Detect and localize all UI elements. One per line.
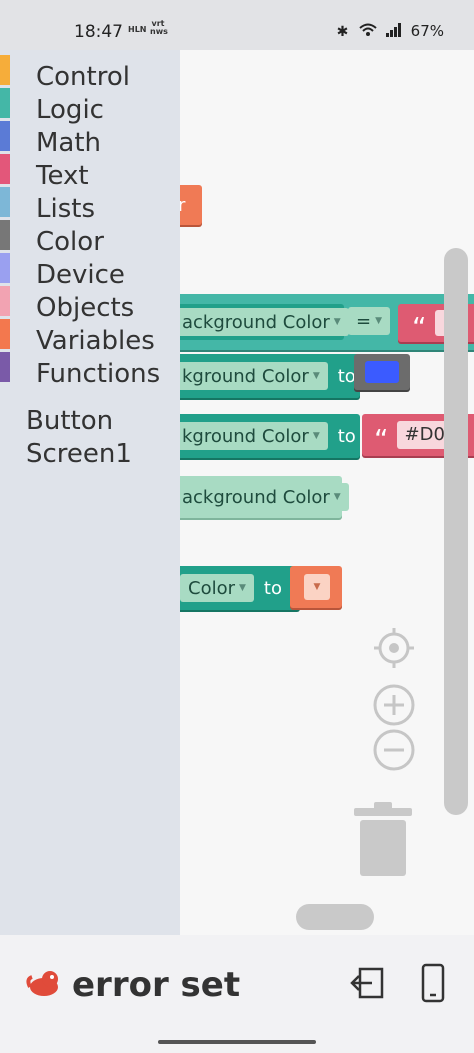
battery-level: 67%	[410, 22, 444, 40]
color-block[interactable]	[354, 354, 410, 390]
quote-mark: “	[374, 422, 389, 456]
category-color[interactable]: Color	[36, 227, 104, 257]
compare-block[interactable]: ackground Color ▼ = ▼ “	[170, 294, 474, 350]
property-dropdown[interactable]: ackground Color ▼	[174, 483, 349, 511]
hln-notification-icon: HLN	[128, 25, 147, 34]
category-logic[interactable]: Logic	[36, 95, 104, 125]
zoom-in-icon[interactable]	[372, 683, 416, 727]
zoom-out-icon[interactable]	[372, 728, 416, 772]
category-color-text	[0, 154, 10, 184]
phone-preview-icon[interactable]	[418, 963, 448, 1003]
dropdown-value: ackground Color	[182, 311, 330, 333]
chevron-down-icon: ▼	[333, 492, 341, 502]
dropdown-value: ackground Color	[182, 486, 330, 508]
exit-icon[interactable]	[350, 965, 386, 1001]
home-gesture-bar[interactable]	[158, 1040, 316, 1044]
category-color-logic	[0, 88, 10, 118]
property-dropdown[interactable]: kground Color ▼	[174, 362, 328, 390]
color-swatch[interactable]	[365, 361, 399, 383]
variable-block[interactable]: ▼	[290, 566, 342, 608]
category-color-variables	[0, 319, 10, 349]
chevron-down-icon: ▼	[333, 317, 341, 327]
blocks-toolbox: Control Logic Math Text Lists Color Devi…	[0, 50, 180, 935]
chevron-down-icon: ▼	[239, 583, 246, 593]
category-functions[interactable]: Functions	[36, 359, 160, 389]
category-color-control	[0, 55, 10, 85]
getter-block[interactable]: ackground Color ▼	[170, 476, 349, 518]
category-color-math	[0, 121, 10, 151]
component-button[interactable]: Button	[26, 406, 113, 436]
chevron-down-icon: ▼	[312, 431, 320, 441]
chevron-down-icon[interactable]: ▼	[304, 574, 330, 600]
set-block[interactable]: Color ▼ to	[170, 566, 300, 610]
category-color-lists	[0, 187, 10, 217]
operator-dropdown[interactable]: = ▼	[348, 307, 391, 335]
category-text[interactable]: Text	[36, 161, 89, 191]
category-color-device	[0, 253, 10, 283]
property-dropdown[interactable]: kground Color ▼	[174, 422, 328, 450]
category-color-functions	[0, 352, 10, 382]
category-control[interactable]: Control	[36, 62, 130, 92]
property-dropdown[interactable]: Color ▼	[180, 574, 254, 602]
horizontal-scrollbar[interactable]	[296, 904, 374, 930]
chevron-down-icon: ▼	[375, 316, 383, 326]
dropdown-value: kground Color	[182, 425, 309, 447]
component-screen1[interactable]: Screen1	[26, 439, 132, 469]
vrt-nws-notification-icon: vrt nws	[150, 19, 168, 36]
bottom-bar: error set	[0, 935, 474, 1053]
recenter-icon[interactable]	[372, 626, 416, 670]
category-color-objects	[0, 286, 10, 316]
category-math[interactable]: Math	[36, 128, 101, 158]
screen-title: error set	[72, 965, 241, 1005]
to-label: to	[263, 577, 282, 599]
signal-icon	[385, 23, 401, 37]
category-objects[interactable]: Objects	[36, 293, 134, 323]
category-color-color	[0, 220, 10, 250]
vertical-scrollbar[interactable]	[444, 248, 468, 815]
trash-icon[interactable]	[354, 800, 412, 878]
error-mascot-icon	[26, 971, 58, 996]
to-label: to	[337, 425, 356, 447]
set-color-block[interactable]: kground Color ▼ to	[170, 354, 360, 398]
getter-block[interactable]: ackground Color ▼	[170, 304, 349, 340]
bluetooth-icon: ✱	[336, 24, 349, 40]
category-device[interactable]: Device	[36, 260, 125, 290]
status-right: ✱ 67%	[337, 22, 444, 40]
category-variables[interactable]: Variables	[36, 326, 155, 356]
status-bar: 18:47 HLN vrt nws ✱ 67%	[0, 0, 474, 50]
operator-value: =	[356, 310, 372, 332]
category-lists[interactable]: Lists	[36, 194, 95, 224]
dropdown-value: kground Color	[182, 365, 309, 387]
property-dropdown[interactable]: ackground Color ▼	[174, 308, 349, 336]
quote-mark: “	[412, 310, 427, 344]
set-text-block[interactable]: kground Color ▼ to	[170, 414, 360, 458]
status-time: 18:47	[74, 22, 123, 42]
chevron-down-icon: ▼	[312, 371, 320, 381]
dropdown-value: Color	[188, 577, 235, 599]
wifi-icon	[359, 23, 377, 36]
